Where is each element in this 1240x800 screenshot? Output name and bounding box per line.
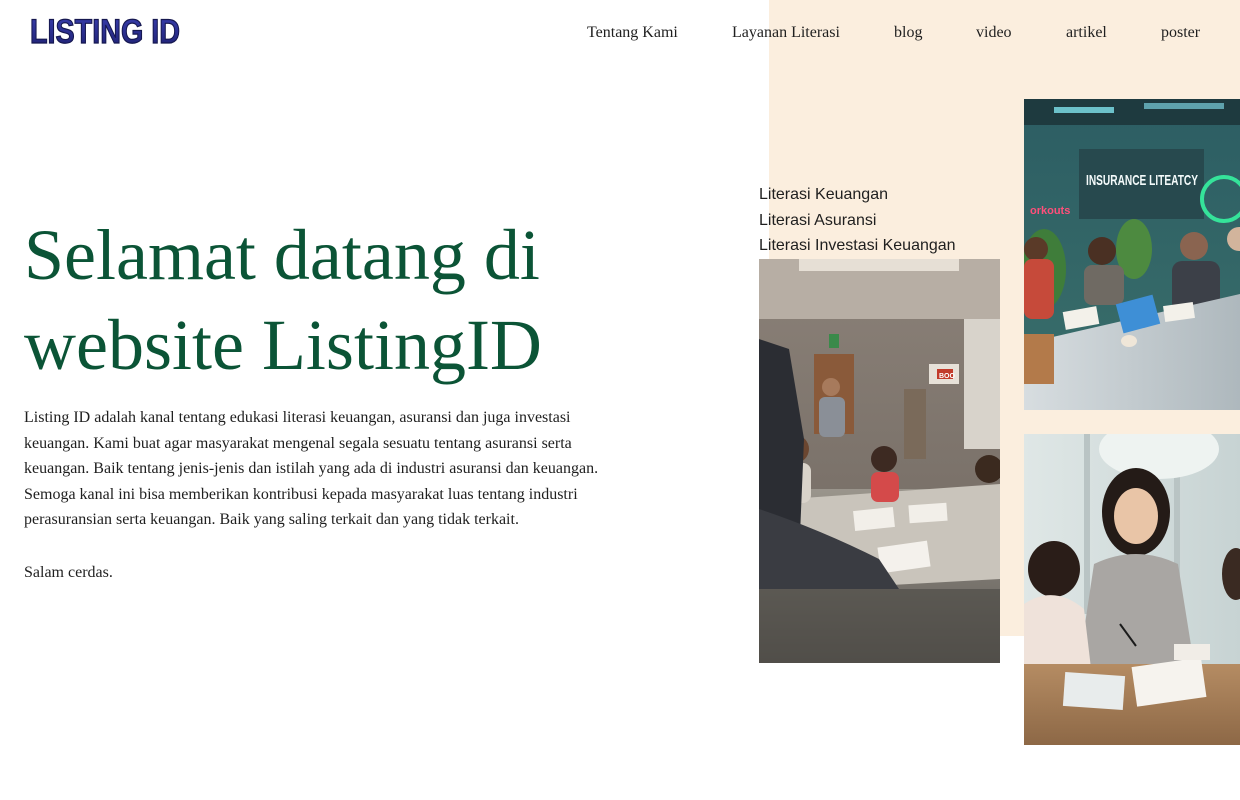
insurance-office-photo: INSURANCE LITEATCY orkouts	[1024, 99, 1240, 410]
office-sign-text: INSURANCE LITEATCY	[1086, 172, 1198, 189]
office-side-text: orkouts	[1030, 205, 1070, 217]
nav-item-layanan-literasi[interactable]: Layanan Literasi	[732, 24, 840, 42]
literacy-link-list: Literasi Keuangan Literasi Asuransi Lite…	[759, 182, 999, 259]
nav-item-video[interactable]: video	[976, 24, 1012, 42]
literacy-link-investasi[interactable]: Literasi Investasi Keuangan	[759, 233, 999, 259]
literacy-link-asuransi[interactable]: Literasi Asuransi	[759, 208, 999, 234]
nav-item-artikel[interactable]: artikel	[1066, 24, 1107, 42]
hero-description: Listing ID adalah kanal tentang edukasi …	[24, 409, 599, 529]
nav-item-blog[interactable]: blog	[894, 24, 922, 42]
classroom-sign-text: BOO	[939, 373, 956, 380]
nav-item-poster[interactable]: poster	[1161, 24, 1200, 42]
literacy-link-keuangan[interactable]: Literasi Keuangan	[759, 182, 999, 208]
nav-item-tentang-kami[interactable]: Tentang Kami	[587, 24, 678, 42]
hero-sign-off: Salam cerdas.	[24, 564, 113, 581]
tutoring-photo	[1024, 434, 1240, 745]
classroom-photo: BOO	[759, 259, 1000, 663]
main-nav: Tentang Kami Layanan Literasi blog video…	[0, 24, 1240, 44]
site-header: LISTING ID Tentang Kami Layanan Literasi…	[0, 0, 1240, 70]
hero-title: Selamat datang di website ListingID	[24, 215, 542, 385]
